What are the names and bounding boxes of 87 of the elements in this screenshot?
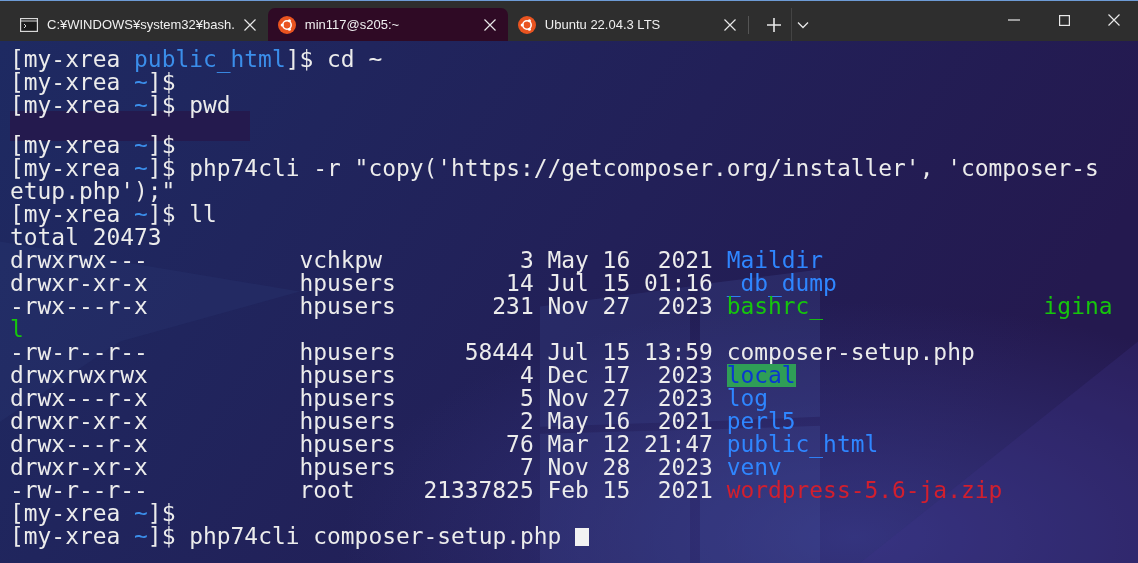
file-name: public_html [726, 433, 879, 456]
size-text: 7 [518, 456, 534, 479]
tab-title: min117@s205:~ [304, 17, 401, 32]
file-name: wordpress-5.6-ja.zip [726, 479, 1003, 502]
size-text: 14 [505, 272, 534, 295]
date-text: Dec 17 2023 [547, 364, 713, 387]
command-text: php74cli composer-setup.php [189, 523, 562, 549]
prompt-path: ~ [134, 132, 148, 158]
console-icon [20, 17, 38, 32]
command-text: pwd [189, 92, 231, 118]
permissions-text: -rw-r--r-- [10, 479, 149, 502]
tab[interactable]: C:¥WINDOWS¥system32¥bash. [10, 8, 268, 41]
prompt-path: ~ [134, 201, 148, 227]
permissions-text: -rw-r--r-- [10, 341, 149, 364]
command-text: ll [189, 201, 217, 227]
owner-text: hpusers [299, 433, 397, 456]
minimize-icon [1008, 19, 1020, 21]
prompt-path: public_html [134, 46, 286, 72]
prompt-symbol: ]$ [147, 69, 176, 95]
close-icon[interactable] [483, 18, 496, 31]
date-text: Nov 28 2023 [547, 456, 713, 479]
owner-text: hpusers [299, 387, 397, 410]
prompt-symbol: ]$ [147, 201, 176, 227]
date-text: Nov 27 2023 [547, 295, 713, 318]
command-text: cd ~ [327, 46, 383, 72]
close-icon[interactable] [723, 18, 736, 31]
close-icon[interactable] [243, 18, 256, 31]
file-name: local [726, 364, 796, 387]
prompt-path: ~ [134, 155, 148, 181]
permissions-text: drwx---r-x [10, 387, 149, 410]
owner-text: hpusers [299, 410, 397, 433]
owner-text: hpusers [299, 456, 397, 479]
tab[interactable]: min117@s205:~ [267, 8, 508, 41]
plus-icon [765, 16, 782, 33]
size-text: 2 [518, 410, 534, 433]
permissions-text: drwxr-xr-x [10, 410, 149, 433]
size-text: 76 [505, 433, 534, 456]
output-text: l [10, 316, 24, 342]
owner-text: hpusers [299, 272, 397, 295]
date-text: Jul 15 01:16 [547, 272, 713, 295]
size-text: 4 [518, 364, 534, 387]
permissions-text: -rwx---r-x [10, 295, 149, 318]
file-name: Maildir [726, 249, 824, 272]
tab-title: C:¥WINDOWS¥system32¥bash. [47, 17, 235, 32]
size-text: 58444 [463, 341, 534, 364]
file-name: venv [726, 456, 782, 479]
prompt-path: ~ [134, 523, 148, 549]
date-text: May 16 2021 [547, 249, 713, 272]
prompt-text: [my-xrea [10, 500, 121, 526]
tab[interactable]: Ubuntu 22.04.3 LTS [507, 8, 748, 41]
size-text: 231 [491, 295, 534, 318]
size-text: 21337825 [422, 479, 534, 502]
size-text: 3 [518, 249, 534, 272]
date-text: Jul 15 13:59 [547, 341, 713, 364]
file-name: bashrc_ [726, 295, 824, 318]
maximize-icon [1058, 14, 1070, 26]
size-text: 5 [518, 387, 534, 410]
permissions-text: drwxr-xr-x [10, 456, 149, 479]
owner-text: hpusers [299, 364, 397, 387]
ubuntu-icon [277, 15, 296, 34]
chevron-down-icon [797, 20, 810, 29]
owner-text: vchkpw [299, 249, 384, 272]
date-text: Feb 15 2021 [547, 479, 713, 502]
permissions-text: drwxrwx--- [10, 249, 149, 272]
file-name: composer-setup.php [726, 341, 975, 364]
prompt-text: [my-xrea [10, 132, 121, 158]
owner-text: root [299, 479, 355, 502]
file-name: log [726, 387, 768, 410]
file-name: _db_dump [726, 272, 837, 295]
prompt-text: [my-xrea [10, 46, 121, 72]
prompt-symbol: ]$ [285, 46, 314, 72]
prompt-symbol: ]$ [147, 500, 176, 526]
tab-title: Ubuntu 22.04.3 LTS [544, 17, 662, 32]
permissions-text: drwx---r-x [10, 433, 149, 456]
ubuntu-icon [517, 15, 536, 34]
file-name: igina [1043, 295, 1113, 318]
owner-text: hpusers [299, 295, 397, 318]
permissions-text: drwxrwxrwx [10, 364, 149, 387]
command-text: php74cli -r "copy('https://getcomposer.org/installer', 'composer-s [189, 155, 1099, 181]
prompt-path: ~ [134, 92, 148, 118]
owner-text: hpusers [299, 341, 397, 364]
close-icon [1108, 14, 1120, 26]
file-name: perl5 [726, 410, 796, 433]
permissions-text: drwxr-xr-x [10, 272, 149, 295]
prompt-symbol: ]$ [147, 132, 176, 158]
date-text: Nov 27 2023 [547, 387, 713, 410]
prompt-path: ~ [134, 500, 148, 526]
